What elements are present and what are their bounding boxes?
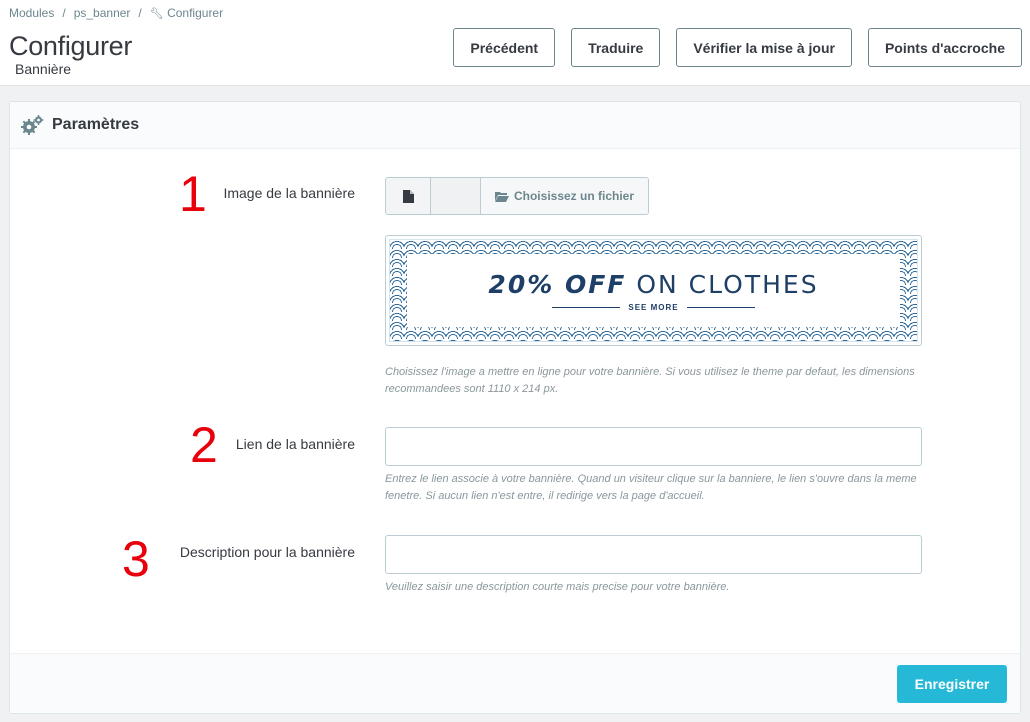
save-button[interactable]: Enregistrer: [897, 665, 1007, 703]
check-update-button[interactable]: Vérifier la mise à jour: [676, 28, 852, 67]
toolbar: Précédent Traduire Vérifier la mise à jo…: [453, 28, 1022, 67]
breadcrumb-configure: 🔧︎ Configurer: [150, 6, 223, 20]
previous-button[interactable]: Précédent: [453, 28, 556, 67]
hooks-button[interactable]: Points d'accroche: [867, 28, 1022, 67]
banner-headline-bold: 20% OFF: [488, 269, 627, 299]
link-label: Lien de la bannière: [235, 436, 355, 452]
file-upload-group[interactable]: Choisissez un fichier: [385, 177, 649, 215]
banner-image: 20% OFF ON CLOTHES SEE MORE: [389, 239, 918, 342]
banner-headline-rest: ON CLOTHES: [636, 269, 819, 299]
page-header: Modules / ps_banner / 🔧︎ Configurer Conf…: [0, 0, 1030, 86]
settings-panel: Paramètres 1 Image de la bannière Choisi…: [9, 101, 1021, 714]
breadcrumb-ps-banner[interactable]: ps_banner: [74, 6, 131, 20]
breadcrumb-modules[interactable]: Modules: [9, 6, 54, 20]
folder-open-icon: [494, 191, 509, 202]
banner-description-input[interactable]: [385, 535, 922, 574]
banner-preview: 20% OFF ON CLOTHES SEE MORE: [385, 235, 922, 346]
description-label: Description pour la bannière: [179, 544, 355, 560]
breadcrumb-separator: /: [62, 6, 66, 20]
link-help-text: Entrez le lien associe à votre bannière.…: [385, 473, 917, 502]
breadcrumb-separator: /: [138, 6, 142, 20]
banner-headline: 20% OFF ON CLOTHES: [488, 270, 818, 299]
breadcrumb: Modules / ps_banner / 🔧︎ Configurer: [9, 6, 223, 20]
panel-heading: Paramètres: [10, 102, 1020, 149]
wrench-icon: 🔧︎: [149, 8, 164, 20]
choose-file-label: Choisissez un fichier: [513, 189, 635, 203]
file-name-field[interactable]: [431, 178, 481, 214]
cogs-icon: [21, 115, 44, 135]
image-label: Image de la bannière: [223, 185, 355, 201]
description-help-text: Veuillez saisir une description courte m…: [385, 581, 730, 593]
translate-button[interactable]: Traduire: [571, 28, 661, 67]
choose-file-button[interactable]: Choisissez un fichier: [481, 178, 648, 214]
page-title: Configurer: [9, 31, 133, 61]
banner-see-more: SEE MORE: [628, 302, 679, 312]
banner-subline: SEE MORE: [552, 302, 755, 312]
panel-title: Paramètres: [52, 116, 140, 133]
breadcrumb-configure-label: Configurer: [167, 6, 224, 20]
file-icon: [386, 178, 431, 214]
image-help-text: Choisissez l'image a mettre en ligne pou…: [385, 366, 915, 395]
panel-footer: Enregistrer: [10, 653, 1020, 713]
page-subtitle: Bannière: [15, 61, 72, 77]
banner-link-input[interactable]: [385, 427, 922, 466]
